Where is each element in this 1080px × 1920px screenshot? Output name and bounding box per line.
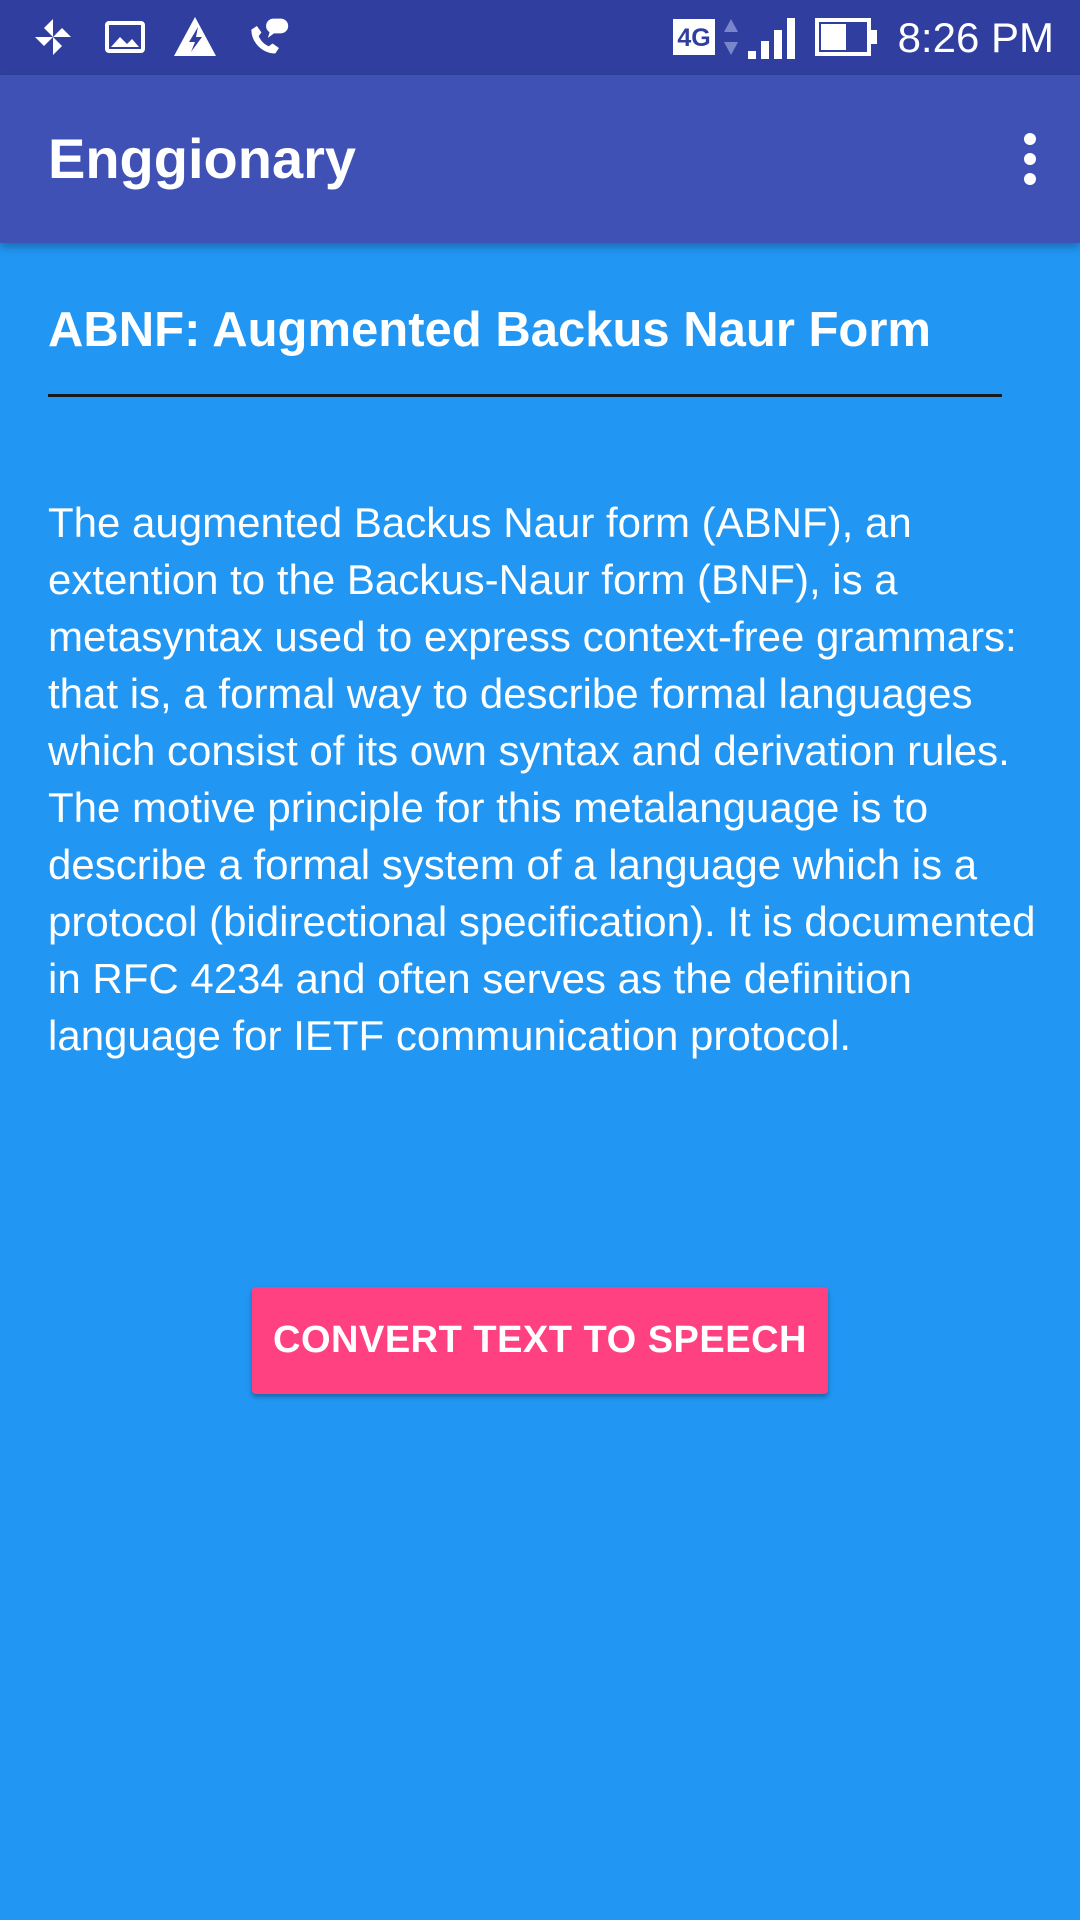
overflow-dot xyxy=(1024,173,1036,185)
data-activity-icon xyxy=(718,14,744,60)
battery-icon xyxy=(814,14,880,60)
term-definition: The augmented Backus Naur form (ABNF), a… xyxy=(48,499,1036,1059)
warning-icon xyxy=(172,14,218,60)
network-4g-icon: 4G xyxy=(672,14,716,60)
convert-text-to-speech-button[interactable]: CONVERT TEXT TO SPEECH xyxy=(252,1287,828,1394)
term-title: ABNF: Augmented Backus Naur Form xyxy=(48,303,932,357)
title-divider xyxy=(48,394,1002,397)
call-message-icon xyxy=(244,14,290,60)
image-icon xyxy=(102,14,148,60)
more-vert-icon[interactable] xyxy=(1000,125,1060,193)
status-bar: 4G 8:26 PM xyxy=(0,0,1080,75)
overflow-dot xyxy=(1024,133,1036,145)
signal-icon xyxy=(746,14,802,60)
pinwheel-icon xyxy=(30,14,76,60)
overflow-dot xyxy=(1024,153,1036,165)
app-bar: Enggionary xyxy=(0,75,1080,243)
app-title: Enggionary xyxy=(48,127,357,190)
svg-text:4G: 4G xyxy=(677,24,710,52)
status-time: 8:26 PM xyxy=(897,14,1054,61)
